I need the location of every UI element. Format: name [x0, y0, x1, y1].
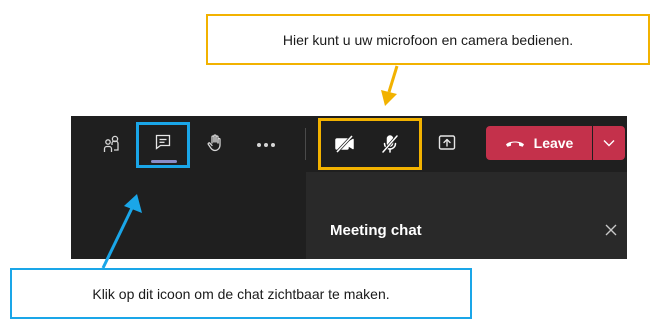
arrow-to-chat-icon: [101, 194, 142, 269]
callout-arrows: [101, 65, 399, 269]
arrow-to-camera-mic: [381, 65, 399, 106]
